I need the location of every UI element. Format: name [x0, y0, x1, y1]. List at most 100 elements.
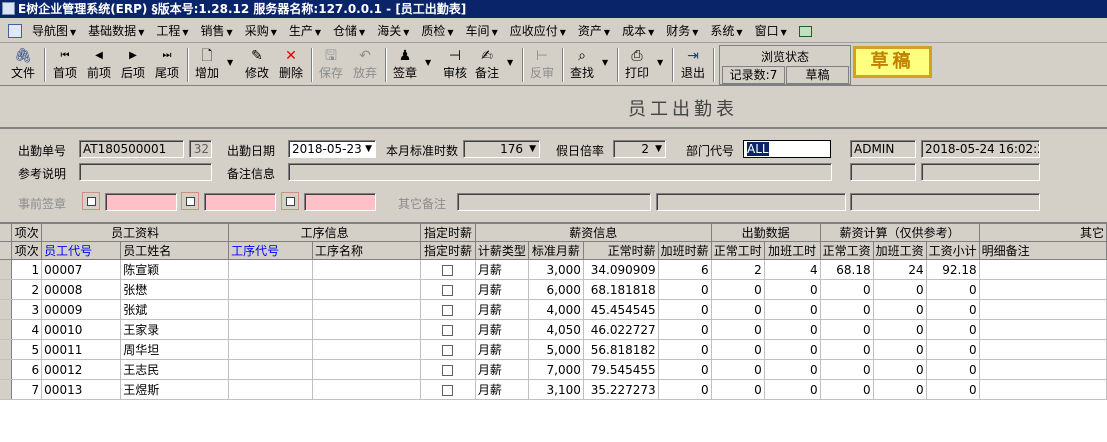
col-header[interactable]: 加班工资: [873, 241, 927, 260]
cell-type[interactable]: 月薪: [475, 319, 529, 340]
cell-empty[interactable]: [979, 339, 1107, 360]
col-header[interactable]: 员工代号: [41, 241, 122, 260]
specified-rate-checkbox[interactable]: [420, 359, 476, 380]
cell-empty[interactable]: [312, 339, 421, 360]
cell-ot-pay[interactable]: 0: [873, 279, 927, 300]
checkbox-box[interactable]: [442, 264, 454, 276]
menu-item-engineering[interactable]: 工程 ▼: [150, 22, 194, 39]
cell-ot-rate[interactable]: 0: [658, 299, 712, 320]
cell-hours[interactable]: 0: [711, 299, 765, 320]
cell-empty[interactable]: [228, 259, 314, 280]
table-row[interactable]: 5 00011 周华坦 月薪 5,000 56.818182 0 0 0 0 0 0: [0, 339, 1107, 360]
cell-no[interactable]: 5: [11, 339, 43, 360]
cell-salary[interactable]: 3,100: [528, 379, 584, 400]
cell-ot-hours[interactable]: 4: [764, 259, 821, 280]
unaudit-button[interactable]: ⊢ 反审: [527, 46, 557, 84]
find-button[interactable]: ⌕ 查找: [567, 46, 597, 84]
cell-type[interactable]: 月薪: [475, 339, 529, 360]
add-dropdown-icon[interactable]: ▼: [227, 58, 233, 67]
specified-rate-checkbox[interactable]: [420, 319, 476, 340]
cell-rate[interactable]: 34.090909: [583, 259, 659, 280]
cell-total[interactable]: 0: [926, 379, 980, 400]
remark-dropdown-icon[interactable]: ▼: [507, 58, 513, 67]
cell-ot-pay[interactable]: 0: [873, 379, 927, 400]
exit-button[interactable]: ⇥ 退出: [678, 46, 708, 84]
cell-pay[interactable]: 0: [820, 319, 874, 340]
menu-item-navigation[interactable]: 导航图 ▼: [26, 22, 82, 39]
cell-ot-rate[interactable]: 6: [658, 259, 712, 280]
dept-input[interactable]: ALL: [743, 140, 831, 158]
table-row[interactable]: 6 00012 王志民 月薪 7,000 79.545455 0 0 0 0 0 0: [0, 359, 1107, 380]
cell-empty[interactable]: [312, 279, 421, 300]
date-picker[interactable]: 2018-05-23 ▼: [288, 140, 376, 158]
cell-rate[interactable]: 79.545455: [583, 359, 659, 380]
menu-item-system[interactable]: 系统 ▼: [704, 22, 748, 39]
cell-code[interactable]: 00012: [41, 359, 122, 380]
sign-button[interactable]: ♟ 签章: [390, 46, 420, 84]
cell-total[interactable]: 0: [926, 339, 980, 360]
cell-pay[interactable]: 0: [820, 359, 874, 380]
cell-ot-hours[interactable]: 0: [764, 319, 821, 340]
first-record-button[interactable]: ⏮ 首项: [50, 46, 80, 84]
cell-pay[interactable]: 68.18: [820, 259, 874, 280]
other-note-field-3[interactable]: [850, 193, 1040, 211]
cell-name[interactable]: 王家录: [120, 319, 230, 340]
row-indicator[interactable]: [0, 379, 13, 400]
menu-item-ar-ap[interactable]: 应收应付 ▼: [504, 22, 572, 39]
cell-empty[interactable]: [228, 379, 314, 400]
pre-sign-checkbox-3[interactable]: [281, 192, 299, 210]
note-field[interactable]: [288, 163, 832, 181]
cell-no[interactable]: 3: [11, 299, 43, 320]
checkbox-box[interactable]: [442, 384, 454, 396]
file-button[interactable]: 🖇 文件: [8, 46, 38, 84]
cell-rate[interactable]: 45.454545: [583, 299, 659, 320]
menu-item-warehouse[interactable]: 仓储 ▼: [327, 22, 371, 39]
cell-empty[interactable]: [979, 379, 1107, 400]
cell-rate[interactable]: 35.227273: [583, 379, 659, 400]
checkbox-box[interactable]: [442, 304, 454, 316]
cell-ot-hours[interactable]: 0: [764, 379, 821, 400]
cell-no[interactable]: 2: [11, 279, 43, 300]
cell-no[interactable]: 1: [11, 259, 43, 280]
cell-ot-pay[interactable]: 0: [873, 299, 927, 320]
menu-item-window[interactable]: 窗口 ▼: [749, 22, 793, 39]
cell-ot-hours[interactable]: 0: [764, 299, 821, 320]
cell-code[interactable]: 00008: [41, 279, 122, 300]
print-dropdown-icon[interactable]: ▼: [657, 58, 663, 67]
cell-hours[interactable]: 0: [711, 319, 765, 340]
cell-empty[interactable]: [312, 379, 421, 400]
next-record-button[interactable]: ▶ 后项: [118, 46, 148, 84]
cell-empty[interactable]: [979, 259, 1107, 280]
cell-empty[interactable]: [312, 319, 421, 340]
sign-dropdown-icon[interactable]: ▼: [425, 58, 431, 67]
cell-rate[interactable]: 46.022727: [583, 319, 659, 340]
row-indicator[interactable]: [0, 359, 13, 380]
col-header[interactable]: 工资小计: [926, 241, 980, 260]
cell-ot-hours[interactable]: 0: [764, 279, 821, 300]
cell-ot-pay[interactable]: 0: [873, 339, 927, 360]
menu-app-icon[interactable]: [4, 23, 26, 38]
checkbox-box[interactable]: [442, 344, 454, 356]
cell-total[interactable]: 0: [926, 319, 980, 340]
other-note-field-2[interactable]: [656, 193, 846, 211]
col-header[interactable]: 明细备注: [979, 241, 1107, 260]
discard-button[interactable]: ↶ 放弃: [350, 46, 380, 84]
cell-code[interactable]: 00009: [41, 299, 122, 320]
menu-item-assets[interactable]: 资产 ▼: [572, 22, 616, 39]
cell-rate[interactable]: 68.181818: [583, 279, 659, 300]
cell-name[interactable]: 张懋: [120, 279, 230, 300]
cell-ot-rate[interactable]: 0: [658, 339, 712, 360]
cell-salary[interactable]: 4,000: [528, 299, 584, 320]
checkbox-box[interactable]: [442, 284, 454, 296]
cell-no[interactable]: 6: [11, 359, 43, 380]
cell-name[interactable]: 王志民: [120, 359, 230, 380]
cell-type[interactable]: 月薪: [475, 379, 529, 400]
cell-name[interactable]: 陈宣颖: [120, 259, 230, 280]
cell-empty[interactable]: [979, 319, 1107, 340]
col-header[interactable]: 正常工资: [820, 241, 874, 260]
cell-no[interactable]: 7: [11, 379, 43, 400]
menu-item-sales[interactable]: 销售 ▼: [195, 22, 239, 39]
cell-name[interactable]: 张斌: [120, 299, 230, 320]
cell-empty[interactable]: [312, 359, 421, 380]
cell-empty[interactable]: [228, 359, 314, 380]
